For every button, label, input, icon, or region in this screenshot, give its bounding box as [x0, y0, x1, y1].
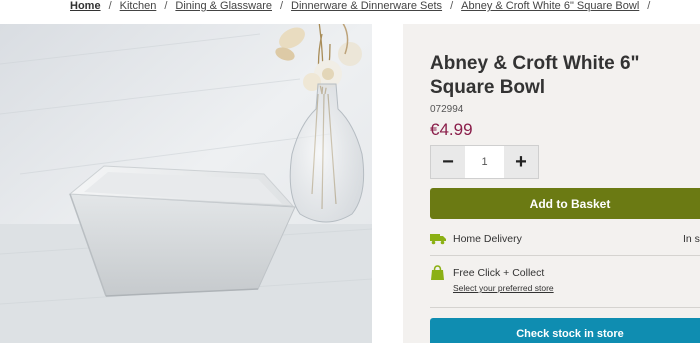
- divider: [430, 307, 700, 308]
- divider: [430, 255, 700, 256]
- home-delivery-row: Home Delivery In s: [430, 227, 700, 251]
- product-image[interactable]: [0, 24, 372, 343]
- home-delivery-label: Home Delivery: [453, 233, 522, 245]
- check-stock-button[interactable]: Check stock in store: [430, 318, 700, 343]
- increase-quantity-button[interactable]: +: [504, 146, 538, 178]
- quantity-input[interactable]: [465, 146, 504, 178]
- breadcrumb-separator: /: [450, 0, 454, 12]
- home-delivery-status: In s: [683, 233, 700, 245]
- breadcrumb-kitchen-link[interactable]: Kitchen: [120, 0, 157, 12]
- select-store-link[interactable]: Select your preferred store: [453, 283, 554, 293]
- breadcrumb-separator: /: [108, 0, 112, 12]
- product-title: Abney & Croft White 6" Square Bowl: [430, 53, 640, 98]
- breadcrumb-separator: /: [279, 0, 284, 12]
- quantity-stepper: − +: [430, 145, 539, 179]
- product-photo: [0, 24, 372, 343]
- breadcrumb-separator: /: [647, 0, 651, 12]
- product-info-panel: Abney & Croft White 6" Square Bowl 07299…: [403, 24, 700, 343]
- breadcrumb-home-link[interactable]: Home: [70, 0, 101, 12]
- shopping-bag-icon: [430, 265, 445, 281]
- truck-icon: [430, 233, 446, 245]
- product-sku: 072994: [430, 104, 464, 115]
- breadcrumb-dinnerware-link[interactable]: Dinnerware & Dinnerware Sets: [291, 0, 442, 12]
- breadcrumb-current-product[interactable]: Abney & Croft White 6" Square Bowl: [461, 0, 639, 12]
- add-to-basket-button[interactable]: Add to Basket: [430, 188, 700, 219]
- decrease-quantity-button[interactable]: −: [431, 146, 465, 178]
- click-collect-label: Free Click + Collect: [453, 267, 545, 279]
- product-price: €4.99: [430, 120, 473, 139]
- breadcrumb-dining-link[interactable]: Dining & Glassware: [175, 0, 272, 12]
- breadcrumb: Home / Kitchen / Dining & Glassware / Di…: [0, 0, 700, 20]
- breadcrumb-separator: /: [164, 0, 168, 12]
